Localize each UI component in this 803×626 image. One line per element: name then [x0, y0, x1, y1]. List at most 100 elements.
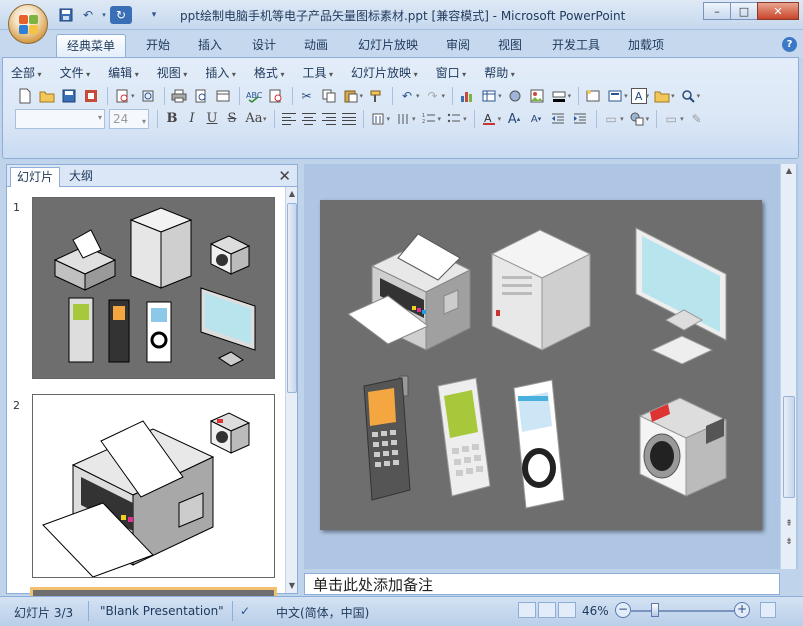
- minimize-button[interactable]: –: [703, 2, 731, 20]
- increase-indent-icon[interactable]: [570, 109, 590, 129]
- clip-art-icon[interactable]: [505, 86, 525, 106]
- scroll-down-icon[interactable]: ▼: [287, 581, 297, 590]
- menu-format[interactable]: 格式: [254, 64, 285, 80]
- menu-slideshow[interactable]: 幻灯片放映: [351, 64, 418, 80]
- attach-icon[interactable]: [138, 86, 158, 106]
- menu-file[interactable]: 文件: [60, 64, 91, 80]
- current-slide[interactable]: [320, 200, 762, 530]
- menu-window[interactable]: 窗口: [436, 64, 467, 80]
- layout-icon[interactable]: [213, 86, 233, 106]
- bullets-icon[interactable]: [444, 109, 464, 129]
- slide-scrollbar[interactable]: ▲ ⇞ ⇟: [780, 164, 796, 569]
- align-center-icon[interactable]: [301, 113, 316, 125]
- close-button[interactable]: ✕: [757, 2, 799, 20]
- shape-fill-icon[interactable]: [549, 86, 569, 106]
- increase-font-icon[interactable]: A ▴: [504, 109, 524, 129]
- tab-design[interactable]: 设计: [242, 34, 286, 58]
- strikethrough-button[interactable]: S: [222, 109, 242, 129]
- format-painter-icon[interactable]: [366, 86, 386, 106]
- customize-qat-icon[interactable]: ▾: [144, 6, 164, 24]
- normal-view-icon[interactable]: [518, 602, 536, 618]
- zoom-in-icon[interactable]: +: [734, 602, 750, 618]
- insert-chart-icon[interactable]: [457, 86, 477, 106]
- paste-icon[interactable]: [341, 86, 361, 106]
- permission-icon[interactable]: [81, 86, 101, 106]
- insert-picture-icon[interactable]: [527, 86, 547, 106]
- font-color-icon[interactable]: A: [479, 109, 499, 129]
- underline-button[interactable]: U: [202, 109, 222, 129]
- notes-pane[interactable]: 单击此处添加备注: [304, 573, 780, 595]
- tab-home[interactable]: 开始: [136, 34, 180, 58]
- redo-icon[interactable]: ↻: [110, 6, 132, 24]
- menu-help[interactable]: 帮助: [484, 64, 515, 80]
- align-left-icon[interactable]: [281, 113, 296, 125]
- zoom-slider-thumb[interactable]: [651, 603, 659, 617]
- print-icon[interactable]: [169, 86, 189, 106]
- tab-slideshow[interactable]: 幻灯片放映: [348, 34, 428, 58]
- menu-view[interactable]: 视图: [157, 64, 188, 80]
- spellcheck-icon[interactable]: ✓: [240, 604, 250, 618]
- redo-icon[interactable]: ↷: [423, 86, 443, 106]
- new-document-icon[interactable]: [15, 86, 35, 106]
- save-icon[interactable]: [59, 86, 79, 106]
- open-folder-icon[interactable]: [37, 86, 57, 106]
- preview-icon[interactable]: [191, 86, 211, 106]
- slide-thumbnail-2[interactable]: [32, 394, 275, 578]
- tab-animation[interactable]: 动画: [294, 34, 338, 58]
- bold-button[interactable]: B: [162, 109, 182, 129]
- help-icon[interactable]: ?: [782, 37, 797, 52]
- save-icon[interactable]: [56, 6, 76, 24]
- zoom-slider[interactable]: [630, 610, 738, 612]
- menu-insert[interactable]: 插入: [205, 64, 236, 80]
- numbering-icon[interactable]: 12: [419, 109, 439, 129]
- search-icon[interactable]: [678, 86, 698, 106]
- more-icon[interactable]: ✎: [687, 109, 707, 129]
- insert-table-icon[interactable]: [479, 86, 499, 106]
- decrease-indent-icon[interactable]: [548, 109, 568, 129]
- arrange-icon[interactable]: ▭: [601, 109, 621, 129]
- slide-thumbnail-1[interactable]: [32, 197, 275, 379]
- tab-review[interactable]: 审阅: [436, 34, 480, 58]
- close-icon[interactable]: ✕: [278, 167, 291, 185]
- text-box-icon[interactable]: A: [630, 88, 647, 104]
- tab-insert[interactable]: 插入: [188, 34, 232, 58]
- slideshow-view-icon[interactable]: [558, 602, 576, 618]
- previous-slide-icon[interactable]: ⇞: [784, 519, 794, 529]
- menu-edit[interactable]: 编辑: [108, 64, 139, 80]
- menu-tools[interactable]: 工具: [302, 64, 333, 80]
- column-icon[interactable]: [393, 109, 413, 129]
- copy-icon[interactable]: [319, 86, 339, 106]
- undo-icon[interactable]: ↶: [78, 6, 98, 24]
- undo-icon[interactable]: ↶: [397, 86, 417, 106]
- justify-icon[interactable]: [341, 113, 356, 125]
- font-name-combo[interactable]: ▾: [15, 109, 105, 129]
- tab-view[interactable]: 视图: [488, 34, 532, 58]
- slide-sorter-icon[interactable]: [538, 602, 556, 618]
- font-size-combo[interactable]: 24 ▾: [109, 109, 149, 129]
- decrease-font-icon[interactable]: A ▾: [526, 109, 546, 129]
- fit-to-window-icon[interactable]: [760, 602, 776, 618]
- undo-dropdown-icon[interactable]: ▾: [100, 6, 108, 24]
- tab-slides[interactable]: 幻灯片: [10, 167, 61, 187]
- folder-icon[interactable]: [652, 86, 672, 106]
- tab-classic-menu[interactable]: 经典菜单: [56, 34, 127, 58]
- research-icon[interactable]: [266, 86, 286, 106]
- print-preview-icon[interactable]: [112, 86, 132, 106]
- cut-icon[interactable]: ✂: [297, 86, 317, 106]
- scroll-thumb[interactable]: [287, 203, 297, 393]
- tab-developer[interactable]: 开发工具: [542, 34, 610, 58]
- slide-layout-icon[interactable]: [605, 86, 625, 106]
- italic-button[interactable]: I: [182, 109, 202, 129]
- shapes-icon[interactable]: [627, 109, 647, 129]
- tab-addins[interactable]: 加载项: [618, 34, 674, 58]
- align-right-icon[interactable]: [321, 113, 336, 125]
- office-button[interactable]: [8, 4, 48, 44]
- spelling-icon[interactable]: ABC: [244, 86, 264, 106]
- zoom-out-icon[interactable]: −: [615, 602, 631, 618]
- scroll-up-icon[interactable]: ▲: [287, 189, 297, 198]
- thumbnail-scrollbar[interactable]: ▲ ▼: [285, 187, 297, 593]
- next-slide-icon[interactable]: ⇟: [784, 537, 794, 547]
- text-direction-icon[interactable]: [368, 109, 388, 129]
- new-slide-icon[interactable]: [583, 86, 603, 106]
- shape-style-icon[interactable]: ▭: [661, 109, 681, 129]
